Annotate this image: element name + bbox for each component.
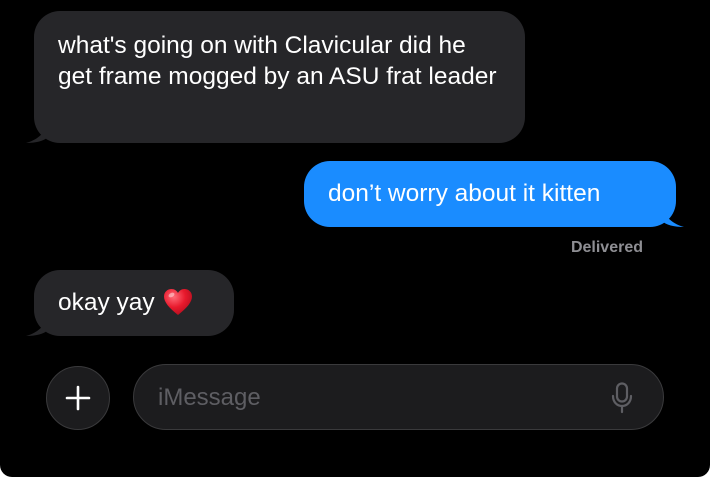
plus-icon <box>65 385 91 411</box>
bubble-tail <box>26 314 48 336</box>
outgoing-message-bubble[interactable]: don’t worry about it kitten <box>304 161 684 227</box>
messages-screen: what's going on with Clavicular did he g… <box>0 0 710 477</box>
heart-emoji <box>163 289 192 315</box>
incoming-message-bubble[interactable]: what's going on with Clavicular did he g… <box>26 11 525 143</box>
input-placeholder: iMessage <box>158 384 261 411</box>
message-text: don’t worry about it kitten <box>328 180 601 207</box>
microphone-icon[interactable] <box>611 382 633 414</box>
imessage-input[interactable]: iMessage <box>133 364 664 430</box>
bubble-tail <box>26 121 48 143</box>
delivery-status: Delivered <box>570 239 643 256</box>
add-attachment-button[interactable] <box>46 366 110 430</box>
incoming-message-bubble[interactable]: okay yay <box>26 270 234 336</box>
bubble-tail <box>662 205 684 227</box>
message-text: what's going on with Clavicular did he g… <box>58 32 497 90</box>
message-text: okay yay <box>58 289 155 316</box>
